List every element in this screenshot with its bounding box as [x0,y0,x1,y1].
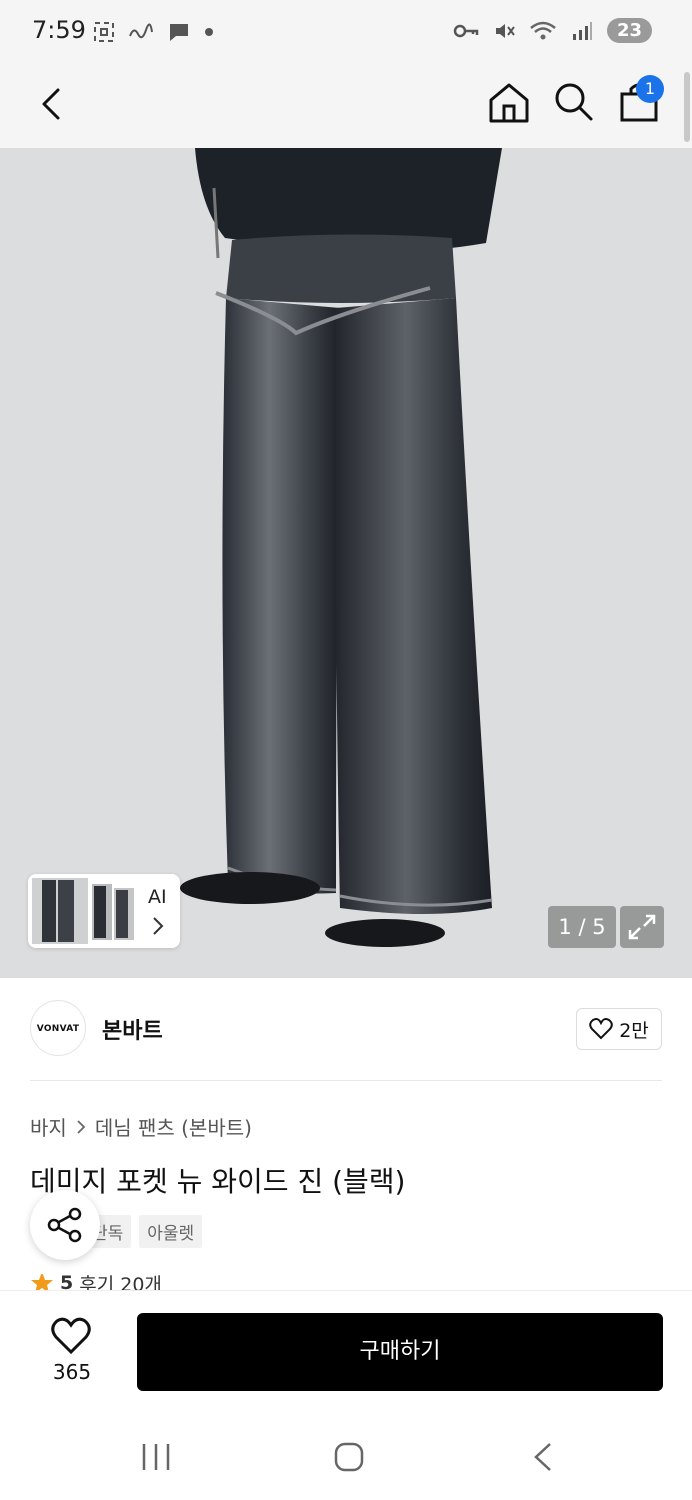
search-icon[interactable] [552,80,594,122]
brand-like-count: 2만 [619,1019,649,1042]
product-image[interactable] [0,148,692,978]
share-button[interactable] [30,1190,100,1260]
back-icon[interactable] [30,82,74,126]
heart-icon [589,1018,613,1040]
chevron-right-icon [77,1119,86,1134]
battery-icon: 23 [606,18,652,43]
expand-button[interactable] [620,906,664,948]
breadcrumb-subcategory[interactable]: 데님 팬츠 (본바트) [95,1112,252,1141]
cart-badge: 1 [636,75,664,103]
product-tags: 단독 아울렛 [84,1215,203,1248]
status-time: 7:59 [32,16,86,44]
screenshot-icon [94,22,114,42]
wishlist-count: 365 [52,1360,92,1384]
home-icon[interactable] [486,80,532,126]
recent-apps-icon[interactable] [140,1440,172,1474]
app-icon [129,23,153,39]
wishlist-heart-icon[interactable] [50,1316,92,1356]
home-nav-icon[interactable] [334,1442,364,1472]
back-nav-icon[interactable] [530,1440,556,1474]
product-photo [180,148,502,947]
dot-icon [205,28,213,36]
expand-icon [628,914,656,940]
brand-logo[interactable]: VONVAT [30,1000,86,1056]
ai-label: AI [148,886,167,908]
page-indicator: 1 / 5 [548,906,616,948]
key-icon [453,24,479,37]
breadcrumb-category[interactable]: 바지 [30,1112,67,1141]
status-bar: 7:59 23 [0,0,692,64]
wifi-icon [530,21,556,39]
breadcrumb: 바지 데님 팬츠 (본바트) [30,1112,252,1141]
mute-icon [495,23,515,38]
brand-name[interactable]: 본바트 [102,1013,163,1045]
tag-outlet: 아울렛 [139,1215,203,1248]
app-header [0,64,692,148]
divider [30,1080,662,1081]
thumbnail-images [32,878,134,944]
buy-button[interactable]: 구매하기 [137,1313,663,1391]
chevron-right-icon [153,917,164,935]
signal-icon [572,21,592,40]
share-icon [47,1207,82,1243]
chat-icon [170,24,188,41]
scrollbar[interactable] [684,72,690,142]
brand-like-button[interactable]: 2만 [576,1008,662,1050]
